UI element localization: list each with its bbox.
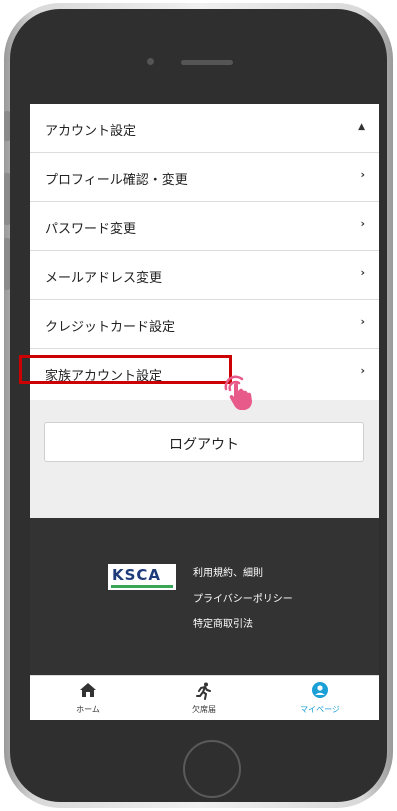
volume-down-button	[4, 238, 10, 290]
home-icon	[30, 682, 146, 703]
tap-gesture-icon	[220, 373, 260, 413]
chevron-up-icon: ▲	[358, 122, 365, 132]
bottom-tab-bar: ホーム 欠席届 マイページ	[30, 675, 379, 720]
app-screen: アカウント設定 ▲ プロフィール確認・変更 › パスワード変更 › メールアドレ…	[30, 104, 379, 720]
chevron-right-icon: ›	[360, 266, 365, 279]
chevron-right-icon: ›	[360, 217, 365, 230]
volume-up-button	[4, 173, 10, 225]
menu-item-email[interactable]: メールアドレス変更 ›	[30, 251, 379, 300]
tab-label: マイページ	[300, 705, 340, 714]
menu-item-label: クレジットカード設定	[45, 320, 176, 335]
chevron-right-icon: ›	[360, 168, 365, 181]
highlight-box	[19, 355, 232, 384]
menu-item-label: メールアドレス変更	[45, 271, 163, 286]
earpiece-speaker	[181, 60, 233, 65]
footer: KSCA 利用規約、細則 プライバシーポリシー 特定商取引法	[30, 518, 379, 675]
chevron-right-icon: ›	[360, 315, 365, 328]
footer-link-privacy[interactable]: プライバシーポリシー	[193, 590, 293, 605]
account-settings-title: アカウント設定	[45, 124, 137, 139]
tab-label: ホーム	[76, 705, 100, 714]
logout-button[interactable]: ログアウト	[44, 422, 364, 462]
menu-item-label: パスワード変更	[45, 222, 137, 237]
menu-item-label: プロフィール確認・変更	[45, 173, 188, 188]
tab-absence[interactable]: 欠席届	[146, 676, 262, 720]
footer-link-commerce-law[interactable]: 特定商取引法	[193, 615, 253, 630]
tab-mypage[interactable]: マイページ	[262, 676, 378, 720]
logo-text: KSCA	[112, 566, 162, 584]
tab-label: 欠席届	[192, 705, 216, 714]
running-person-icon	[146, 682, 262, 705]
menu-item-credit-card[interactable]: クレジットカード設定 ›	[30, 300, 379, 349]
chevron-right-icon: ›	[360, 364, 365, 377]
user-circle-icon	[262, 682, 378, 703]
footer-link-terms[interactable]: 利用規約、細則	[193, 564, 263, 579]
tab-home[interactable]: ホーム	[30, 676, 146, 720]
menu-item-password[interactable]: パスワード変更 ›	[30, 202, 379, 251]
mute-switch	[4, 111, 10, 141]
account-settings-header[interactable]: アカウント設定 ▲	[30, 104, 379, 153]
front-camera	[147, 58, 154, 65]
logout-label: ログアウト	[169, 437, 239, 453]
home-hardware-button[interactable]	[183, 740, 241, 798]
logo-underline	[111, 585, 173, 588]
ksca-logo: KSCA	[108, 564, 176, 590]
menu-item-profile[interactable]: プロフィール確認・変更 ›	[30, 153, 379, 202]
